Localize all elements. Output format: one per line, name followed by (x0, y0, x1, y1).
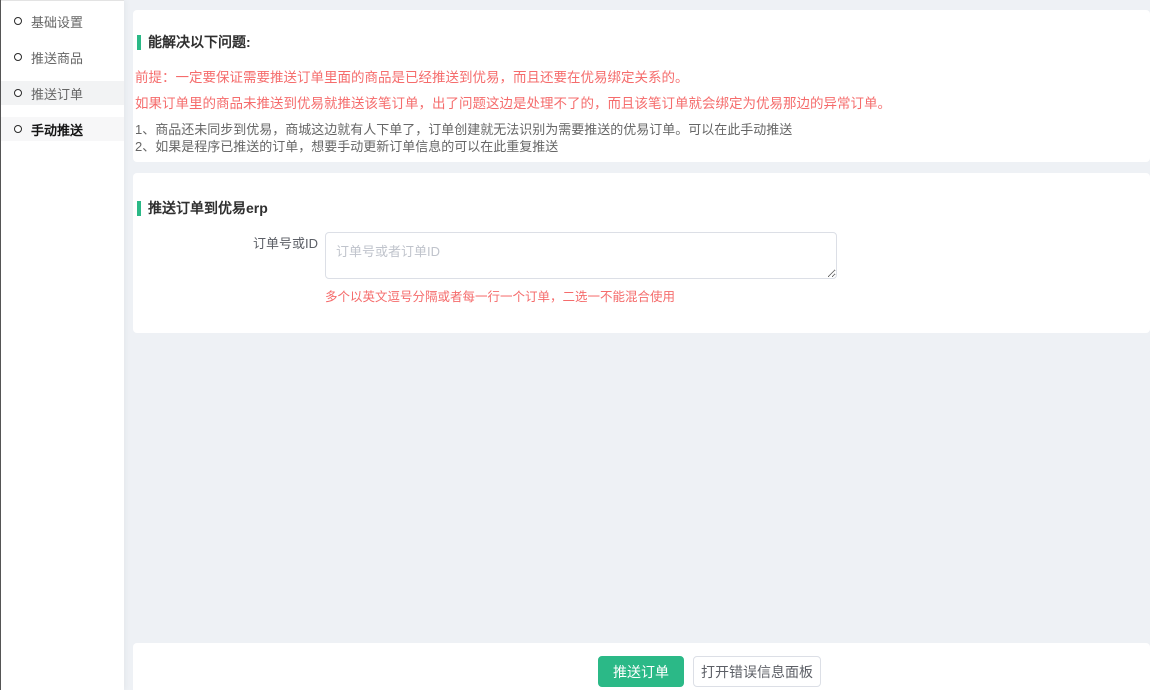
sidebar-item-label: 手动推送 (31, 120, 83, 139)
note-text: 2、如果是程序已推送的订单，想要手动更新订单信息的可以在此重复推送 (135, 136, 558, 155)
action-footer: 推送订单 打开错误信息面板 (133, 643, 1150, 690)
settings-sidebar: 基础设置 推送商品 推送订单 手动推送 (0, 0, 124, 690)
push-order-form-card: 推送订单到优易erp 订单号或ID 多个以英文逗号分隔或者每一行一个订单，二选一… (133, 173, 1150, 333)
window-left-border (0, 0, 1, 690)
order-id-label: 订单号或ID (133, 235, 318, 252)
section-title-text: 能解决以下问题: (148, 32, 251, 52)
input-helper-text: 多个以英文逗号分隔或者每一行一个订单，二选一不能混合使用 (325, 286, 675, 305)
order-id-input[interactable] (325, 232, 837, 279)
warning-text: 如果订单里的商品未推送到优易就推送该笔订单，出了问题这边是处理不了的，而且该笔订… (135, 92, 891, 112)
open-error-panel-button[interactable]: 打开错误信息面板 (693, 656, 821, 687)
sidebar-item-label: 推送商品 (31, 48, 83, 67)
radio-circle-icon (14, 17, 22, 25)
sidebar-item-push-orders[interactable]: 推送订单 (0, 81, 124, 105)
sidebar-item-basic-settings[interactable]: 基础设置 (0, 9, 124, 33)
sidebar-item-label: 基础设置 (31, 12, 83, 31)
green-accent-bar (137, 35, 141, 50)
green-accent-bar (137, 201, 141, 216)
push-order-button[interactable]: 推送订单 (598, 656, 684, 687)
warning-text: 前提：一定要保证需要推送订单里面的商品是已经推送到优易，而且还要在优易绑定关系的… (135, 66, 689, 86)
radio-circle-icon (14, 125, 22, 133)
radio-circle-icon (14, 53, 22, 61)
section-title: 推送订单到优易erp (137, 198, 268, 218)
sidebar-item-label: 推送订单 (31, 84, 83, 103)
problem-description-card: 能解决以下问题: 前提：一定要保证需要推送订单里面的商品是已经推送到优易，而且还… (133, 10, 1150, 162)
section-title-text: 推送订单到优易erp (148, 198, 268, 218)
sidebar-item-push-products[interactable]: 推送商品 (0, 45, 124, 69)
radio-circle-icon (14, 89, 22, 97)
sidebar-item-manual-push[interactable]: 手动推送 (0, 117, 124, 141)
section-title: 能解决以下问题: (137, 32, 251, 52)
